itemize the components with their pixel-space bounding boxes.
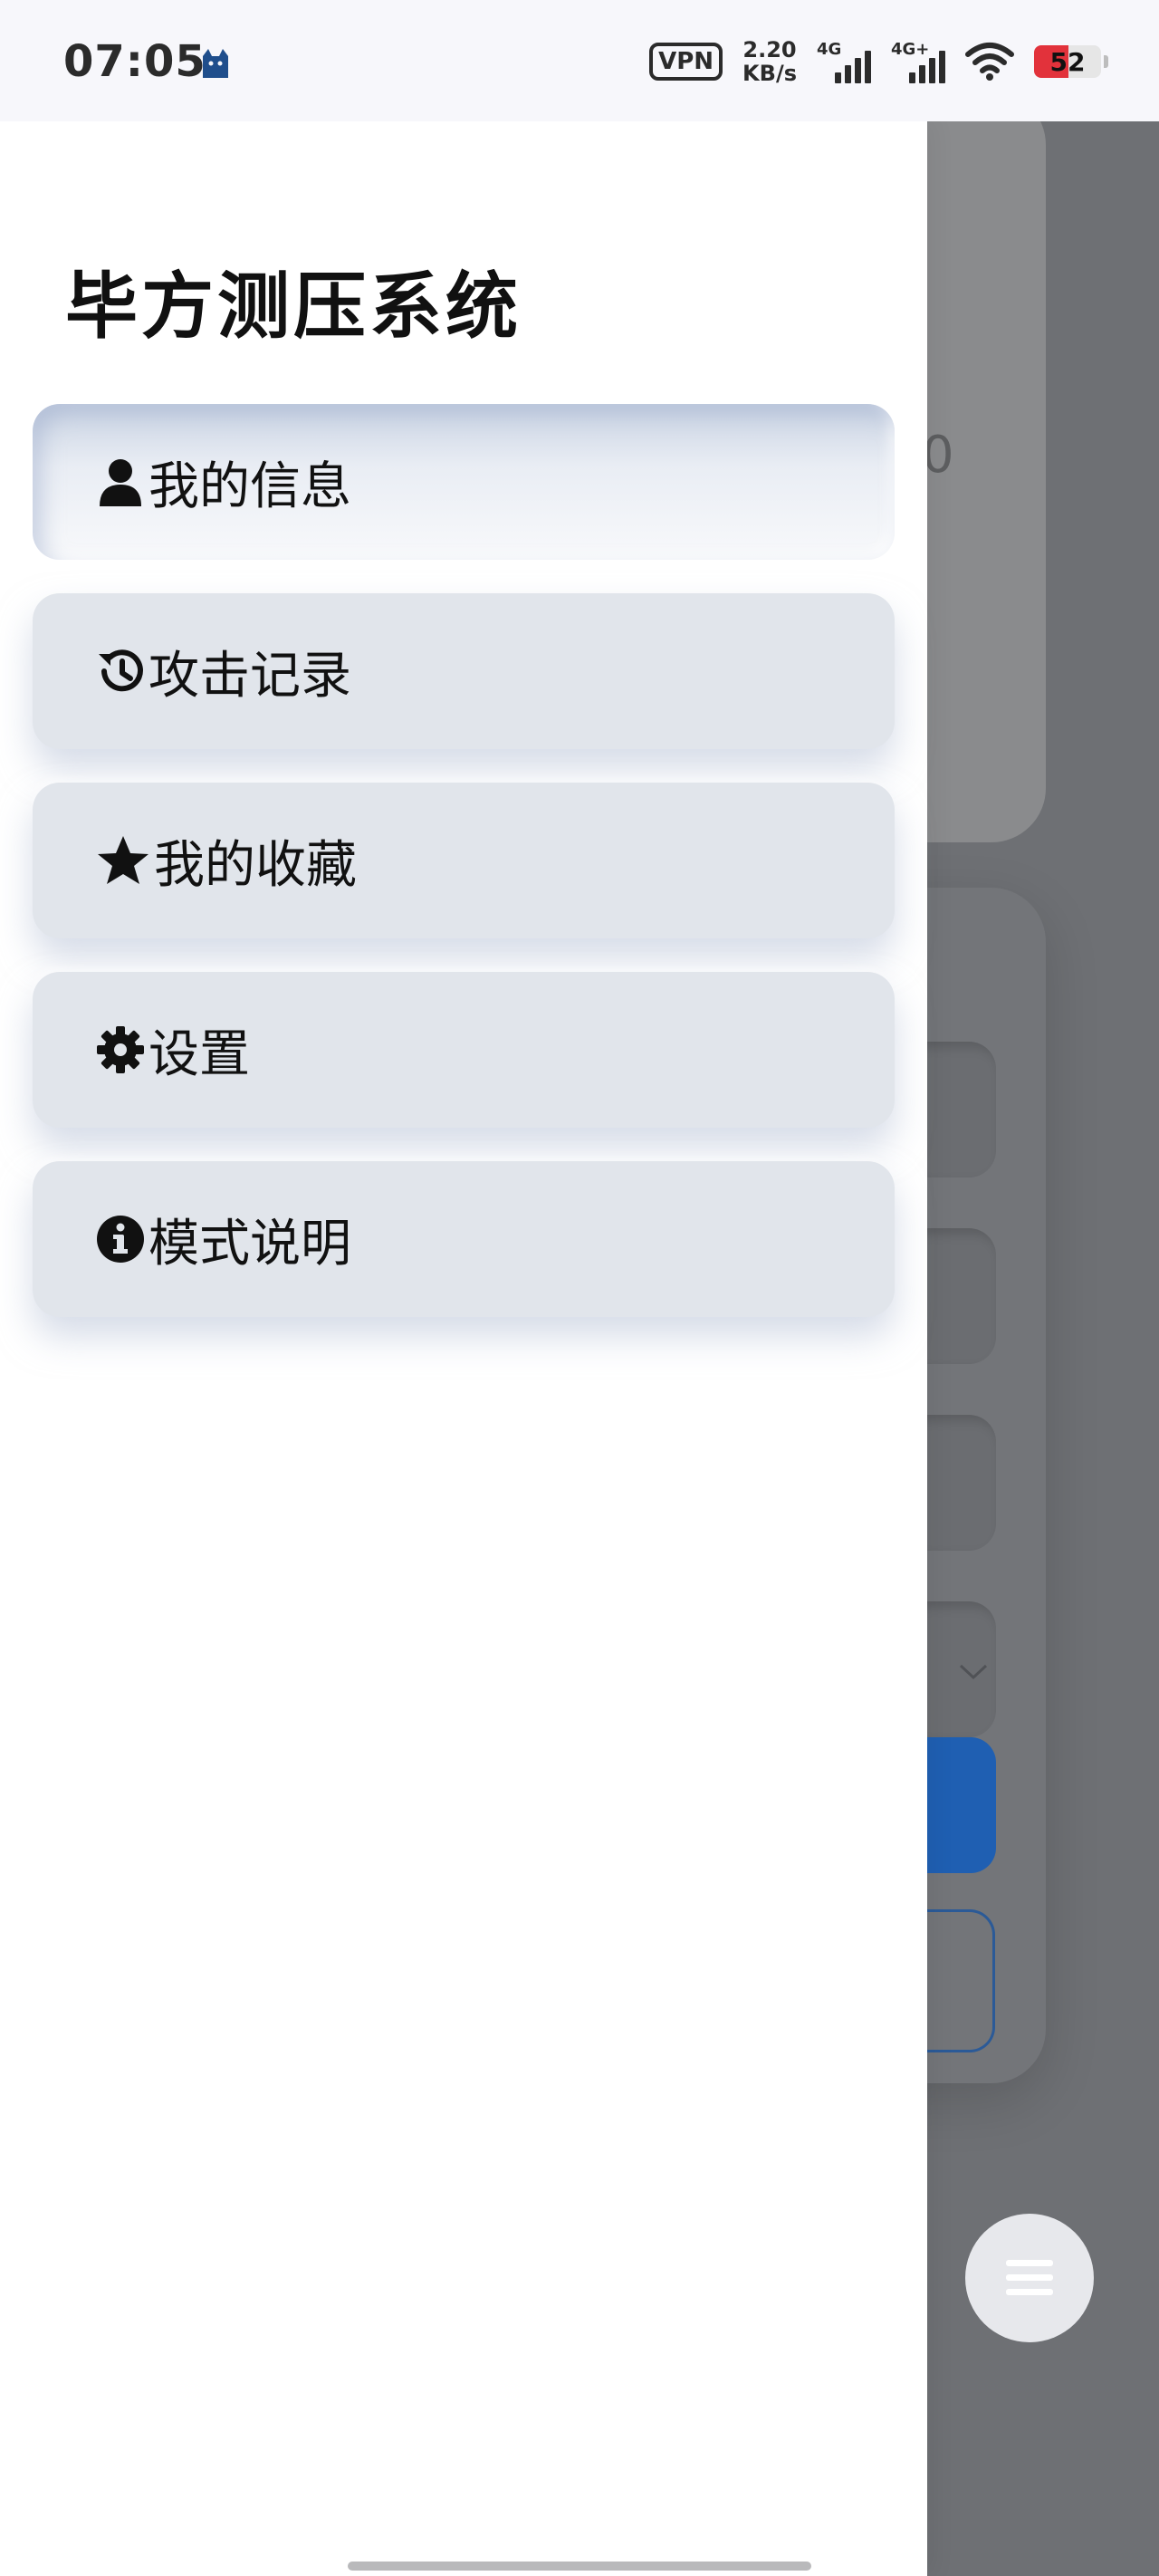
network-speed: 2.20 KB/s [742, 38, 797, 85]
cat-icon [203, 49, 228, 78]
cell-signal-1: 4G [817, 36, 871, 87]
menu-item-label: 模式说明 [148, 1214, 351, 1274]
menu-item-attack-history[interactable]: 攻击记录 [33, 593, 895, 749]
star-icon [96, 836, 150, 885]
menu-item-label: 设置 [148, 1024, 250, 1084]
battery-icon: 52 [1034, 43, 1108, 80]
menu-item-settings[interactable]: 设置 [33, 972, 895, 1128]
home-indicator[interactable] [348, 2562, 811, 2571]
info-icon [96, 1215, 145, 1264]
status-indicators: VPN 2.20 KB/s 4G 4G+ 52 [649, 34, 1108, 89]
history-icon [96, 647, 145, 696]
battery-level: 52 [1049, 46, 1086, 77]
menu-item-label: 我的收藏 [154, 835, 357, 895]
status-time: 07:05 [63, 36, 206, 87]
menu-item-my-info[interactable]: 我的信息 [33, 404, 895, 560]
signal-bars-icon [835, 51, 871, 83]
vpn-badge: VPN [649, 43, 723, 81]
menu-item-label: 攻击记录 [148, 646, 351, 706]
network-speed-value: 2.20 [742, 37, 797, 62]
signal-bars-icon [909, 51, 945, 83]
menu-item-label: 我的信息 [148, 457, 351, 516]
fab-menu-button[interactable] [965, 2214, 1094, 2342]
status-bar: 07:05 VPN 2.20 KB/s 4G 4G+ 52 [0, 0, 1159, 121]
menu-icon [1006, 2260, 1053, 2295]
menu-item-my-favorites[interactable]: 我的收藏 [33, 783, 895, 938]
navigation-drawer: 毕方测压系统 我的信息 攻击记录 我的收藏 设置 模式说明 [0, 121, 927, 2576]
menu-item-mode-description[interactable]: 模式说明 [33, 1161, 895, 1317]
network-speed-unit: KB/s [742, 61, 797, 86]
gear-icon [96, 1025, 145, 1074]
chevron-down-icon [959, 1664, 988, 1680]
drawer-title: 毕方测压系统 [65, 264, 522, 349]
user-icon [96, 457, 145, 506]
cell-signal-2: 4G+ [891, 36, 945, 87]
wifi-icon [965, 43, 1014, 81]
